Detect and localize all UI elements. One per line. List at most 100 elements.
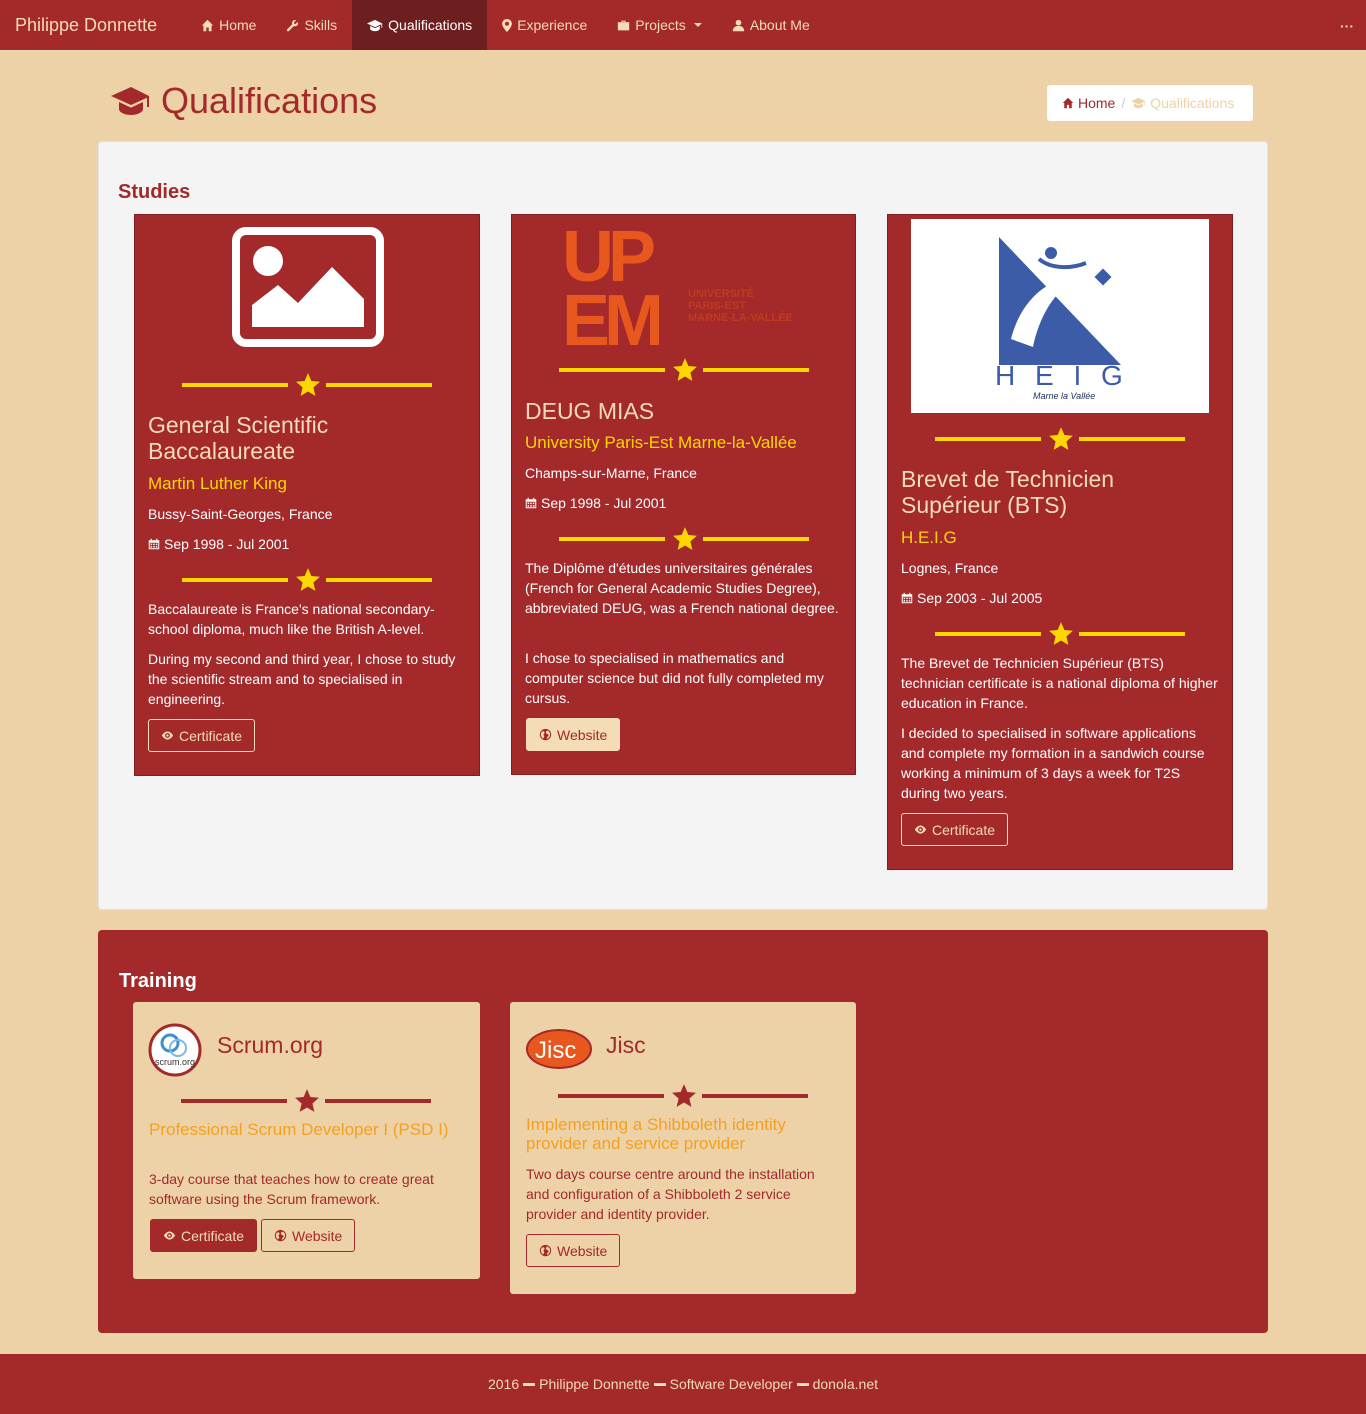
svg-text:UNIVERSITÉ: UNIVERSITÉ	[688, 287, 754, 300]
calendar-icon	[901, 592, 913, 604]
button-label: Website	[292, 1227, 343, 1244]
star-icon	[294, 1088, 320, 1114]
nav-item-experience[interactable]: Experience	[487, 0, 602, 50]
eye-icon	[914, 823, 927, 836]
star-icon	[672, 357, 698, 383]
jisc-logo: Jisc	[526, 1029, 592, 1069]
study-description: During my second and third year, I chose…	[148, 651, 456, 707]
breadcrumb: Home / Qualifications	[1047, 85, 1253, 121]
study-card-bts: H E I G Marne la Vallée Brevet de Techni…	[887, 214, 1233, 870]
button-label: Certificate	[932, 821, 996, 838]
navbar-brand[interactable]: Philippe Donnette	[0, 0, 172, 50]
star-divider	[559, 357, 809, 383]
nav-item-projects[interactable]: Projects	[602, 0, 717, 50]
course-description: Two days course centre around the instal…	[526, 1166, 815, 1222]
svg-text:MARNE-LA-VALLÉE: MARNE-LA-VALLÉE	[688, 311, 793, 324]
button-label: Certificate	[181, 1227, 245, 1244]
study-description: Baccalaureate is France's national secon…	[148, 601, 435, 637]
user-icon	[732, 19, 745, 32]
home-icon	[201, 19, 214, 32]
study-location: Champs-sur-Marne, France	[525, 465, 697, 481]
nav-item-label: Home	[219, 17, 257, 33]
star-icon	[671, 1083, 697, 1109]
study-title: General Scientific Baccalaureate	[148, 412, 329, 464]
course-description: 3-day course that teaches how to create …	[149, 1171, 434, 1207]
star-icon	[1048, 621, 1074, 647]
ellipsis-menu-icon[interactable]: ···	[1340, 18, 1354, 34]
study-date: Sep 1998 - Jul 2001	[148, 536, 289, 552]
star-divider	[182, 567, 432, 593]
main-nav: Home Skills Qualifications Experience Pr…	[186, 0, 825, 50]
star-divider	[935, 426, 1185, 452]
training-org: Scrum.org	[217, 1032, 324, 1058]
nav-item-skills[interactable]: Skills	[271, 0, 352, 50]
nav-item-label: Qualifications	[388, 17, 473, 33]
study-description: I chose to specialised in mathematics an…	[525, 650, 824, 706]
dash-separator	[653, 1382, 666, 1386]
website-button[interactable]: Website	[261, 1219, 356, 1252]
home-icon	[1062, 97, 1074, 109]
footer-year: 2016	[487, 1376, 520, 1392]
certificate-button[interactable]: Certificate	[901, 813, 1009, 846]
nav-item-label: Experience	[517, 17, 588, 33]
study-date-text: Sep 1998 - Jul 2001	[164, 536, 290, 552]
svg-text:Jisc: Jisc	[535, 1037, 576, 1064]
footer: 2016 Philippe Donnette Software Develope…	[0, 1354, 1366, 1414]
briefcase-icon	[617, 19, 630, 32]
footer-site[interactable]: donola.net	[813, 1376, 878, 1392]
nav-item-label: Projects	[635, 17, 686, 33]
top-navbar: Philippe Donnette Home Skills Qualificat…	[0, 0, 1366, 50]
star-icon	[295, 567, 321, 593]
page-title: Qualifications	[111, 80, 377, 122]
eye-icon	[161, 729, 174, 742]
svg-text:H E I G: H E I G	[995, 360, 1129, 391]
globe-icon	[274, 1229, 287, 1242]
button-label: Website	[557, 1242, 608, 1259]
training-panel: Training scrum.org Scrum.org Professiona…	[98, 930, 1268, 1333]
nav-item-about-me[interactable]: About Me	[717, 0, 825, 50]
course-title: Implementing a Shibboleth identity provi…	[526, 1115, 786, 1153]
star-divider	[182, 372, 432, 398]
study-location: Bussy-Saint-Georges, France	[148, 506, 333, 522]
graduation-cap-icon	[1131, 97, 1146, 109]
footer-role: Software Developer	[669, 1376, 793, 1392]
dash-separator	[523, 1382, 536, 1386]
study-card-deug: UP EM UNIVERSITÉ PARIS-EST MARNE-LA-VALL…	[511, 214, 856, 775]
training-card-jisc: Jisc Jisc Implementing a Shibboleth iden…	[510, 1002, 856, 1294]
eye-icon	[163, 1229, 176, 1242]
study-date-text: Sep 2003 - Jul 2005	[917, 590, 1043, 606]
scrum-org-logo: scrum.org	[148, 1023, 202, 1077]
study-date: Sep 1998 - Jul 2001	[525, 495, 666, 511]
calendar-icon	[525, 497, 537, 509]
nav-item-qualifications[interactable]: Qualifications	[352, 0, 488, 50]
image-placeholder-icon	[232, 227, 384, 347]
star-divider	[559, 526, 809, 552]
star-divider	[181, 1088, 431, 1114]
nav-item-home[interactable]: Home	[186, 0, 271, 50]
button-label: Website	[557, 726, 608, 743]
studies-panel: Studies General Scientific Baccalaureate…	[98, 141, 1268, 910]
star-icon	[295, 372, 321, 398]
heig-logo: H E I G Marne la Vallée	[911, 219, 1209, 413]
certificate-button[interactable]: Certificate	[150, 1219, 258, 1252]
training-org: Jisc	[606, 1032, 646, 1058]
study-date: Sep 2003 - Jul 2005	[901, 590, 1042, 606]
school-name: University Paris-Est Marne-la-Vallée	[525, 433, 797, 452]
breadcrumb-separator: /	[1121, 95, 1126, 111]
wrench-icon	[286, 19, 299, 32]
nav-item-label: About Me	[749, 17, 810, 33]
svg-text:EM: EM	[562, 281, 660, 347]
caret-down-icon	[693, 23, 702, 27]
svg-text:PARIS-EST: PARIS-EST	[688, 300, 746, 312]
website-button[interactable]: Website	[526, 1234, 621, 1267]
certificate-button[interactable]: Certificate	[148, 719, 256, 752]
calendar-icon	[148, 538, 160, 550]
study-title: Brevet de Technicien Supérieur (BTS)	[901, 466, 1115, 518]
study-location: Lognes, France	[901, 560, 999, 576]
svg-text:scrum.org: scrum.org	[155, 1057, 195, 1067]
star-divider	[935, 621, 1185, 647]
breadcrumb-home[interactable]: Home	[1062, 95, 1115, 111]
star-divider	[558, 1083, 808, 1109]
study-description: The Brevet de Technicien Supérieur (BTS)…	[901, 655, 1218, 711]
website-button[interactable]: Website	[526, 718, 621, 751]
